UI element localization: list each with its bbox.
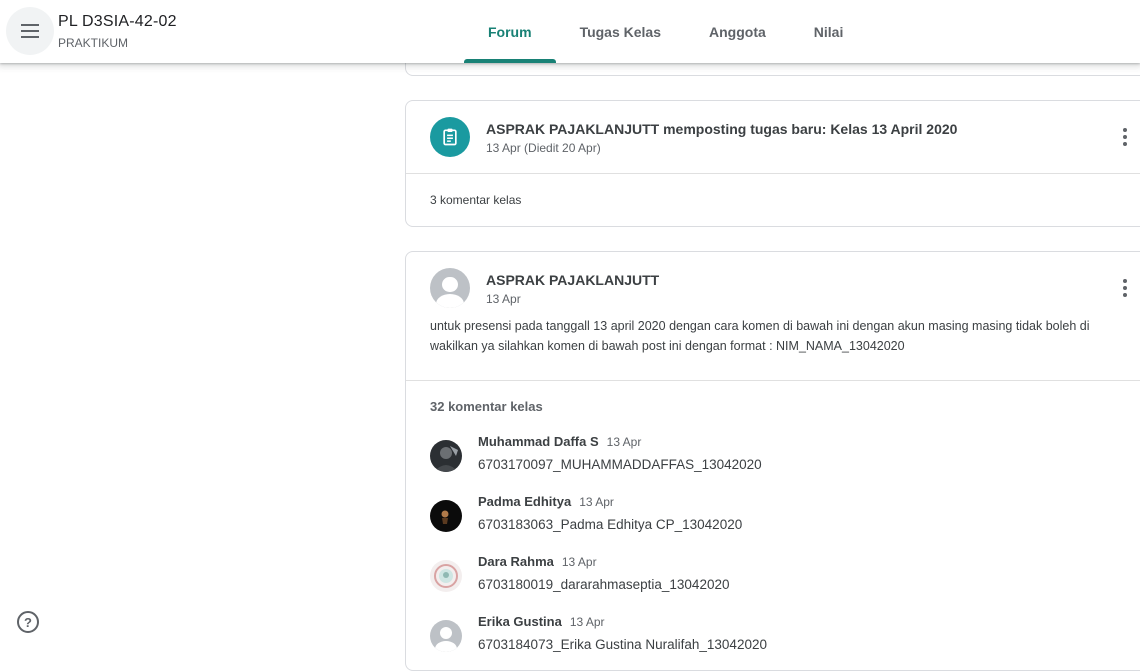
top-app-bar: PL D3SIA-42-02 PRAKTIKUM Forum Tugas Kel… bbox=[0, 0, 1140, 63]
avatar bbox=[430, 620, 462, 652]
tab-anggota[interactable]: Anggota bbox=[685, 0, 790, 63]
class-name[interactable]: PL D3SIA-42-02 bbox=[58, 13, 177, 31]
assignment-post-card[interactable]: ASPRAK PAJAKLANJUTT memposting tugas bar… bbox=[405, 100, 1140, 227]
comment-author: Padma Edhitya 13 Apr bbox=[478, 494, 614, 509]
comment-text: 6703183063_Padma Edhitya CP_13042020 bbox=[478, 517, 743, 532]
comment-time: 13 Apr bbox=[579, 495, 614, 509]
assignment-post-date: 13 Apr (Diedit 20 Apr) bbox=[486, 141, 601, 155]
card-divider bbox=[406, 380, 1140, 381]
comment-author: Muhammad Daffa S 13 Apr bbox=[478, 434, 642, 449]
assignment-post-title[interactable]: ASPRAK PAJAKLANJUTT memposting tugas bar… bbox=[486, 121, 957, 137]
tab-tugas-kelas[interactable]: Tugas Kelas bbox=[556, 0, 685, 63]
comment-item: Padma Edhitya 13 Apr 6703183063_Padma Edh… bbox=[430, 494, 1130, 538]
class-comments-link[interactable]: 3 komentar kelas bbox=[430, 193, 521, 207]
avatar bbox=[430, 440, 462, 472]
tab-forum[interactable]: Forum bbox=[464, 0, 556, 63]
comment-author: Dara Rahma 13 Apr bbox=[478, 554, 597, 569]
more-options-icon[interactable] bbox=[1115, 125, 1135, 149]
comment-time: 13 Apr bbox=[569, 615, 605, 629]
comment-author: Erika Gustina 13 Apr bbox=[478, 614, 605, 629]
post-author: ASPRAK PAJAKLANJUTT bbox=[486, 272, 660, 288]
comment-text: 6703184073_Erika Gustina Nuralifah_13042… bbox=[478, 637, 767, 652]
post-date: 13 Apr bbox=[486, 292, 521, 306]
comment-time: 13 Apr bbox=[561, 555, 597, 569]
comment-text: 6703170097_MUHAMMADDAFFAS_13042020 bbox=[478, 457, 762, 472]
class-section: PRAKTIKUM bbox=[58, 36, 129, 50]
hamburger-menu-icon[interactable] bbox=[6, 7, 54, 55]
class-comments-link[interactable]: 32 komentar kelas bbox=[430, 399, 543, 414]
post-body: untuk presensi pada tanggall 13 april 20… bbox=[430, 319, 1090, 353]
comment-item: Muhammad Daffa S 13 Apr 6703170097_MUHAMM… bbox=[430, 434, 1130, 478]
class-tabs: Forum Tugas Kelas Anggota Nilai bbox=[464, 0, 867, 63]
avatar bbox=[430, 560, 462, 592]
comment-time: 13 Apr bbox=[606, 435, 642, 449]
card-divider bbox=[406, 173, 1140, 174]
assignment-icon bbox=[430, 117, 470, 157]
avatar bbox=[430, 500, 462, 532]
more-options-icon[interactable] bbox=[1115, 276, 1135, 300]
comment-item: Dara Rahma 13 Apr 6703180019_dararahmasep… bbox=[430, 554, 1130, 598]
announcement-post-card: ASPRAK PAJAKLANJUTT 13 Apr untuk presens… bbox=[405, 251, 1140, 671]
author-avatar bbox=[430, 268, 470, 308]
help-circle-icon[interactable]: ? bbox=[17, 611, 39, 633]
tab-nilai[interactable]: Nilai bbox=[790, 0, 868, 63]
comment-text: 6703180019_dararahmaseptia_13042020 bbox=[478, 577, 730, 592]
comment-item: Erika Gustina 13 Apr 6703184073_Erika Gus… bbox=[430, 614, 1130, 658]
